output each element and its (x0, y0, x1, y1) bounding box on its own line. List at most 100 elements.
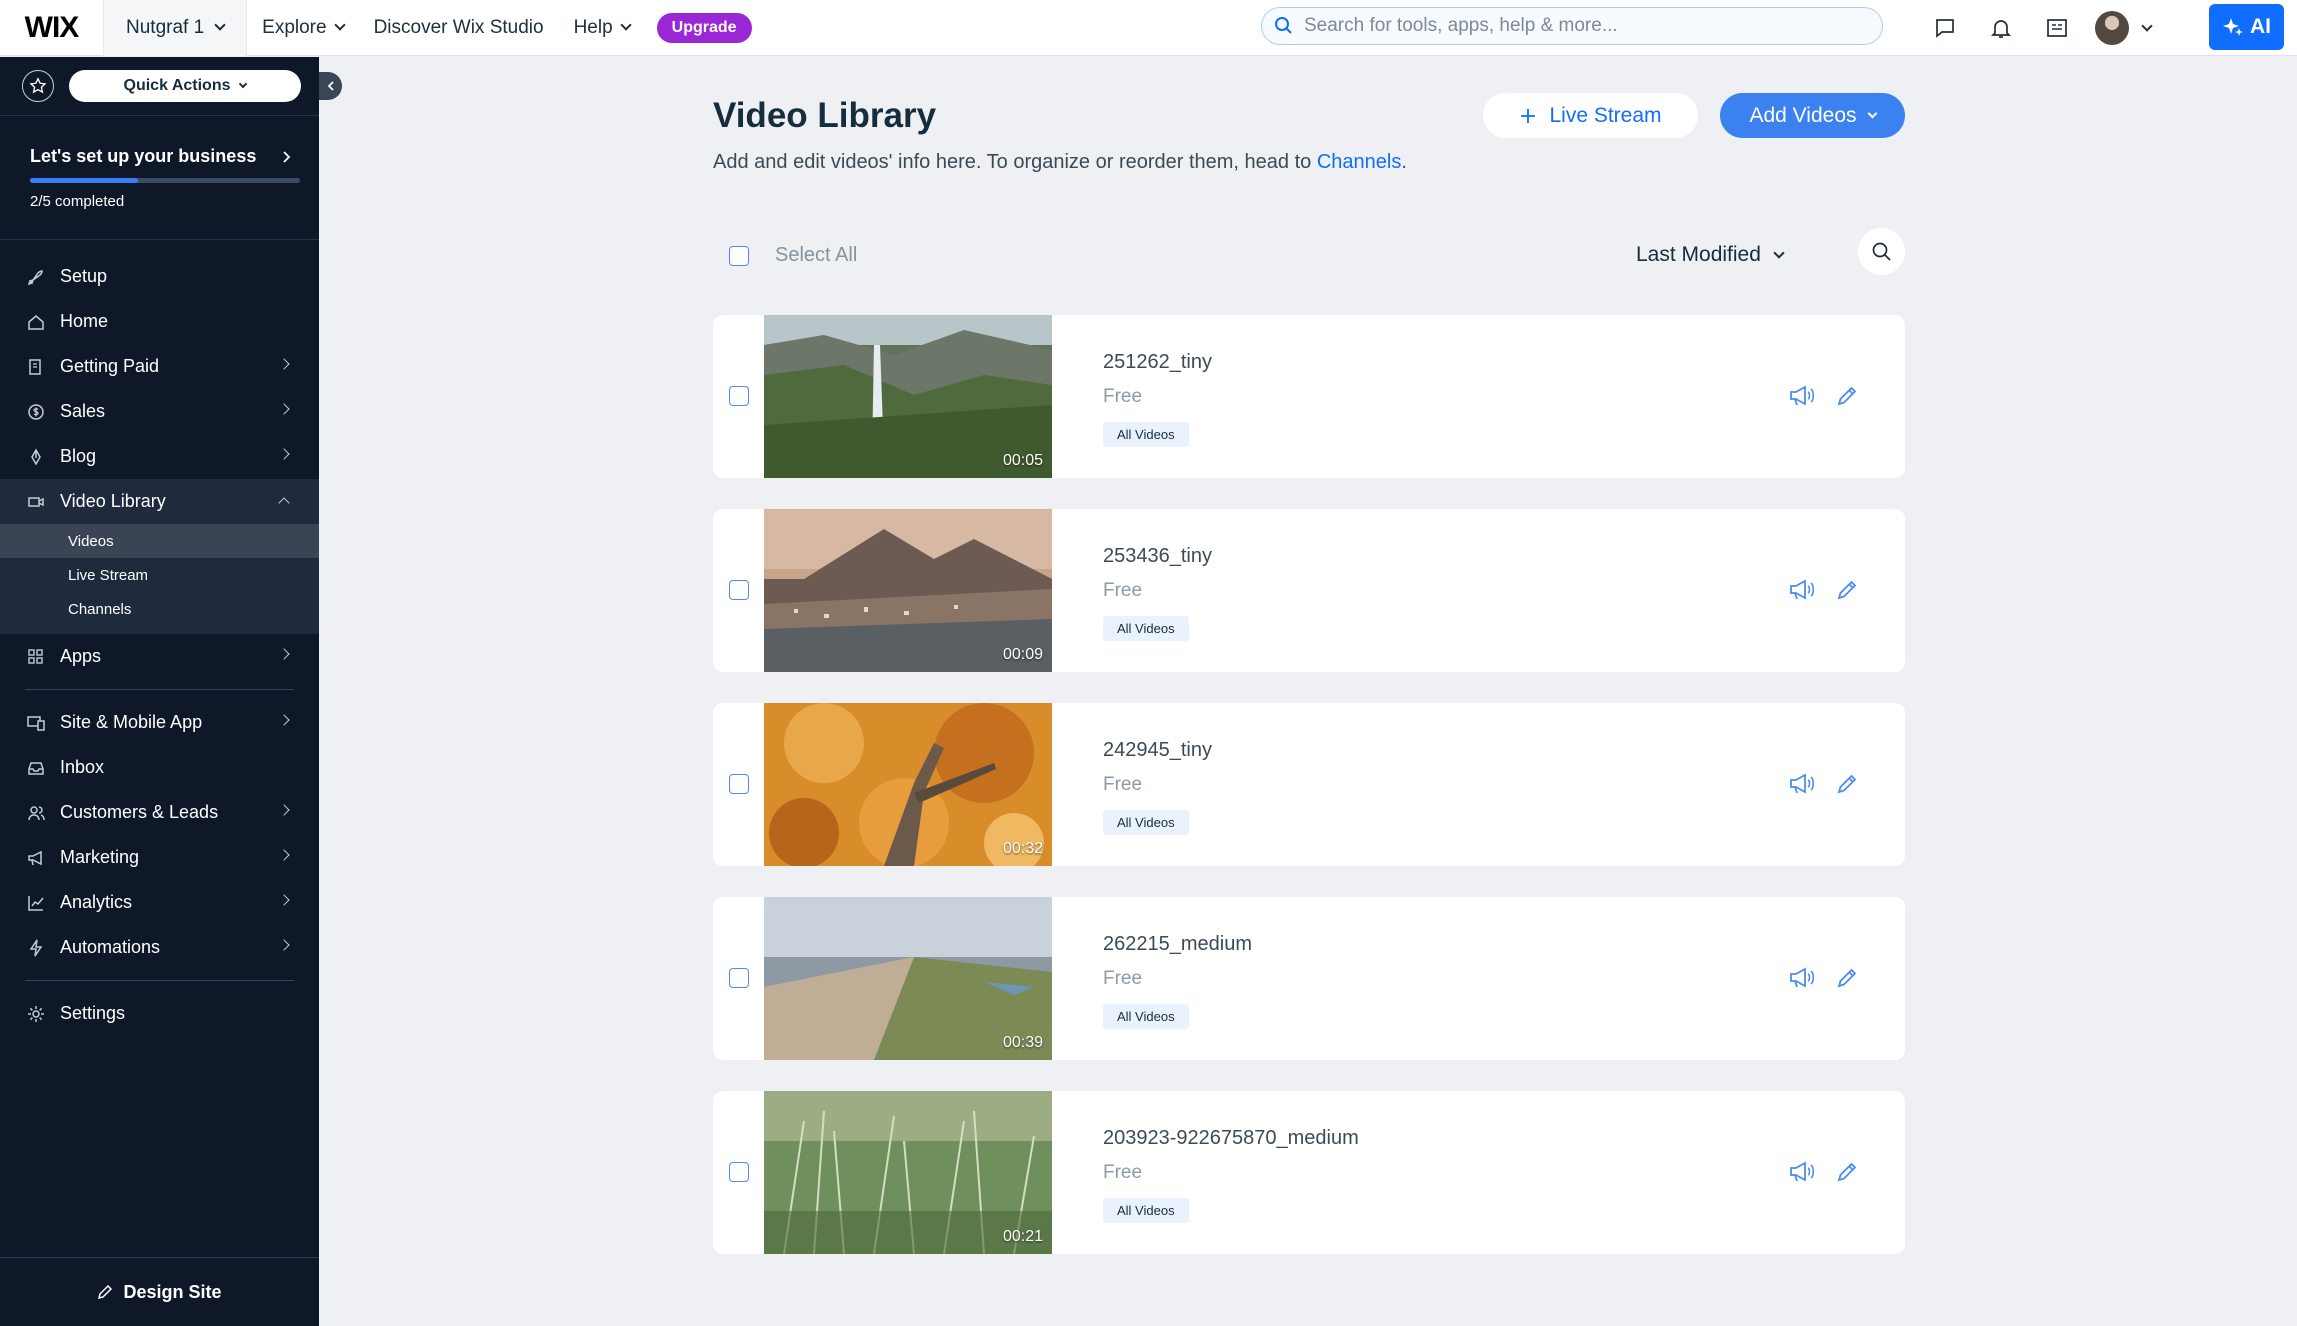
sidebar-item-inbox[interactable]: Inbox (0, 745, 319, 790)
edit-pencil-icon[interactable] (1836, 773, 1858, 795)
edit-pencil-icon[interactable] (1836, 967, 1858, 989)
video-row[interactable]: 00:21 203923-922675870_medium Free All Vide… (713, 1091, 1905, 1254)
bell-icon[interactable] (1973, 0, 2029, 56)
avatar[interactable] (2095, 11, 2129, 45)
quick-actions-label: Quick Actions (123, 77, 231, 94)
ai-assistant-button[interactable]: AI (2209, 4, 2284, 50)
chat-icon[interactable] (1917, 0, 1973, 56)
promote-megaphone-icon[interactable] (1788, 771, 1816, 797)
video-row[interactable]: 00:09 253436_tiny Free All Videos (713, 509, 1905, 672)
design-site-button[interactable]: Design Site (0, 1257, 319, 1326)
nav-discover-studio[interactable]: Discover Wix Studio (359, 0, 559, 56)
video-thumbnail[interactable]: 00:32 (764, 703, 1052, 866)
sidebar-item-apps[interactable]: Apps (0, 634, 319, 679)
video-icon (25, 491, 47, 513)
sidebar-item-label: Analytics (60, 892, 133, 912)
video-row[interactable]: 00:05 251262_tiny Free All Videos (713, 315, 1905, 478)
select-all[interactable]: Select All (729, 244, 857, 267)
search-icon (1872, 242, 1891, 261)
video-thumbnail[interactable]: 00:05 (764, 315, 1052, 478)
sidebar-item-site-mobile-app[interactable]: Site & Mobile App (0, 700, 319, 745)
search-videos-button[interactable] (1858, 228, 1905, 275)
setup-card[interactable]: Let's set up your business 2/5 completed (0, 115, 319, 240)
chart-icon (25, 892, 47, 914)
video-name: 242945_tiny (1103, 739, 1212, 761)
sidebar-item-settings[interactable]: Settings (0, 991, 319, 1036)
gear-icon (25, 1003, 47, 1025)
nav-label: Help (573, 16, 613, 38)
setup-progress-fill (30, 178, 138, 183)
video-price: Free (1103, 1162, 1143, 1183)
edit-pencil-icon[interactable] (1836, 1161, 1858, 1183)
setup-progress-text: 2/5 completed (30, 193, 125, 210)
promote-megaphone-icon[interactable] (1788, 577, 1816, 603)
video-checkbox[interactable] (729, 386, 749, 406)
sort-dropdown[interactable]: Last Modified (1636, 243, 1785, 267)
promote-megaphone-icon[interactable] (1788, 965, 1816, 991)
sidebar-item-sales[interactable]: Sales (0, 389, 319, 434)
sidebar-subitem-live-stream[interactable]: Live Stream (0, 558, 319, 592)
video-duration: 00:32 (1002, 840, 1043, 857)
video-checkbox[interactable] (729, 774, 749, 794)
chevron-right-icon (278, 403, 290, 415)
sidebar-item-blog[interactable]: Blog (0, 434, 319, 479)
edit-pencil-icon[interactable] (1836, 579, 1858, 601)
channels-link[interactable]: Channels (1317, 151, 1402, 173)
video-row[interactable]: 00:32 242945_tiny Free All Videos (713, 703, 1905, 866)
star-icon[interactable] (22, 70, 54, 102)
video-row[interactable]: 00:39 262215_medium Free All Videos (713, 897, 1905, 1060)
video-checkbox[interactable] (729, 968, 749, 988)
sidebar-item-label: Getting Paid (60, 356, 160, 376)
wix-logo[interactable]: WIX (0, 0, 104, 56)
sidebar-subitem-channels[interactable]: Channels (0, 592, 319, 626)
news-icon[interactable] (2029, 0, 2085, 56)
devices-icon (25, 712, 47, 734)
add-videos-button[interactable]: Add Videos (1720, 93, 1905, 138)
sidebar-item-label: Automations (60, 937, 161, 957)
video-checkbox[interactable] (729, 1162, 749, 1182)
quick-actions-button[interactable]: Quick Actions (69, 70, 301, 102)
sidebar-menu: Setup Home Getting Paid Sales Blog Video Libr… (0, 254, 319, 1036)
sidebar-item-home[interactable]: Home (0, 299, 319, 344)
upgrade-button[interactable]: Upgrade (656, 12, 752, 43)
subtitle-text: Add and edit videos' info here. To organ… (713, 151, 1317, 173)
global-search-input[interactable]: Search for tools, apps, help & more... (1261, 7, 1883, 45)
promote-megaphone-icon[interactable] (1788, 1159, 1816, 1185)
chevron-right-icon (278, 358, 290, 370)
sidebar-item-label: Setup (60, 266, 108, 286)
nav-help[interactable]: Help (559, 0, 645, 56)
sidebar-item-label: Blog (60, 446, 97, 466)
sidebar-item-analytics[interactable]: Analytics (0, 880, 319, 925)
video-price: Free (1103, 968, 1143, 989)
live-stream-button[interactable]: Live Stream (1483, 93, 1698, 138)
site-name: Nutgraf 1 (126, 16, 205, 38)
pen-nib-icon (25, 446, 47, 468)
video-thumbnail[interactable]: 00:21 (764, 1091, 1052, 1254)
video-thumbnail[interactable]: 00:39 (764, 897, 1052, 1060)
sidebar-item-label: Video Library (60, 491, 166, 511)
sidebar-item-customers-leads[interactable]: Customers & Leads (0, 790, 319, 835)
sidebar-item-setup[interactable]: Setup (0, 254, 319, 299)
site-selector[interactable]: Nutgraf 1 (104, 0, 248, 56)
sidebar-item-automations[interactable]: Automations (0, 925, 319, 970)
video-checkbox[interactable] (729, 580, 749, 600)
collapse-sidebar-button[interactable] (319, 72, 342, 100)
nav-explore[interactable]: Explore (247, 0, 358, 56)
dollar-icon (25, 401, 47, 423)
ai-label: AI (2250, 15, 2271, 38)
sidebar-item-video-library[interactable]: Video Library (0, 479, 319, 524)
page-subtitle: Add and edit videos' info here. To organ… (713, 151, 1407, 174)
video-thumbnail[interactable]: 00:09 (764, 509, 1052, 672)
video-name: 251262_tiny (1103, 351, 1212, 373)
promote-megaphone-icon[interactable] (1788, 383, 1816, 409)
edit-pencil-icon[interactable] (1836, 385, 1858, 407)
select-all-checkbox[interactable] (729, 245, 749, 266)
sidebar-divider (25, 980, 294, 981)
chevron-right-icon (278, 648, 290, 660)
design-site-label: Design Site (123, 1281, 222, 1302)
rocket-icon (25, 266, 47, 288)
sidebar-subitem-videos[interactable]: Videos (0, 524, 319, 558)
sidebar-item-getting-paid[interactable]: Getting Paid (0, 344, 319, 389)
sidebar-item-marketing[interactable]: Marketing (0, 835, 319, 880)
chevron-down-icon[interactable] (2141, 19, 2153, 32)
